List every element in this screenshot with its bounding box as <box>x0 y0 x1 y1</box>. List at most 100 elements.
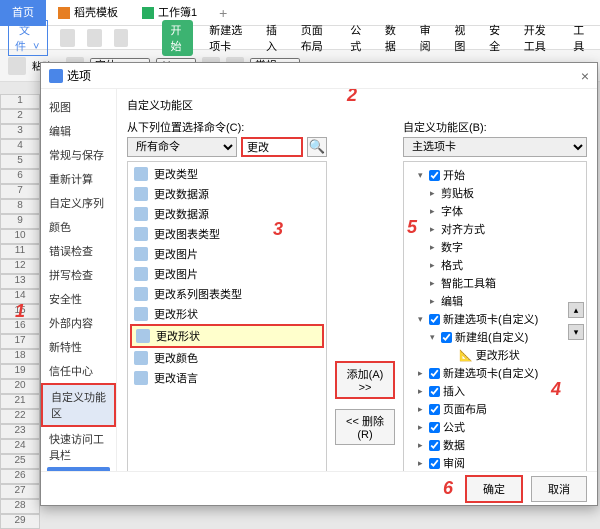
row-header[interactable]: 17 <box>0 334 40 349</box>
row-header[interactable]: 5 <box>0 154 40 169</box>
tree-item[interactable]: ▸公式 <box>408 418 582 436</box>
close-button[interactable]: × <box>581 68 589 84</box>
row-header[interactable]: 7 <box>0 184 40 199</box>
cmd-item[interactable]: 更改图片 <box>130 244 324 264</box>
sidebar-item-8[interactable]: 安全性 <box>41 287 116 311</box>
row-header[interactable]: 9 <box>0 214 40 229</box>
cmd-item[interactable]: 更改图片 <box>130 264 324 284</box>
sidebar-item-2[interactable]: 常规与保存 <box>41 143 116 167</box>
tree-item[interactable]: ▸字体 <box>408 202 582 220</box>
row-header[interactable]: 11 <box>0 244 40 259</box>
row-header[interactable]: 19 <box>0 364 40 379</box>
cmd-item[interactable]: 更改系列图表类型 <box>130 284 324 304</box>
row-header[interactable]: 4 <box>0 139 40 154</box>
tree-checkbox[interactable] <box>429 458 440 469</box>
tree-item[interactable]: ▸审阅 <box>408 454 582 471</box>
qat-icon2[interactable] <box>87 29 102 47</box>
row-header[interactable]: 10 <box>0 229 40 244</box>
row-header[interactable]: 23 <box>0 424 40 439</box>
tree-item[interactable]: ▸页面布局 <box>408 400 582 418</box>
row-header[interactable]: 27 <box>0 484 40 499</box>
cancel-button[interactable]: 取消 <box>531 476 587 502</box>
ribbon-filter[interactable]: 主选项卡 <box>403 137 587 157</box>
tree-item[interactable]: ▸剪贴板 <box>408 184 582 202</box>
row-header[interactable]: 25 <box>0 454 40 469</box>
tree-item[interactable]: ▾开始 <box>408 166 582 184</box>
tree-checkbox[interactable] <box>441 332 452 343</box>
ribbon-tree[interactable]: ▴ ▾ ▾开始▸剪贴板▸字体▸对齐方式▸数字▸格式▸智能工具箱▸编辑▾新建选项卡… <box>403 161 587 471</box>
menu-formula[interactable]: 公式 <box>346 20 369 56</box>
sidebar-item-12[interactable]: 自定义功能区 <box>41 383 116 427</box>
sidebar-item-4[interactable]: 自定义序列 <box>41 191 116 215</box>
qat-icon1[interactable] <box>60 29 75 47</box>
menu-tools[interactable]: 工具 <box>569 20 592 56</box>
qat-icon3[interactable] <box>114 29 129 47</box>
sidebar-item-7[interactable]: 拼写检查 <box>41 263 116 287</box>
paste-button[interactable] <box>8 57 26 75</box>
tree-item[interactable]: ▾新建选项卡(自定义) <box>408 310 582 328</box>
sidebar-item-6[interactable]: 错误检查 <box>41 239 116 263</box>
menu-review[interactable]: 审阅 <box>416 20 439 56</box>
tree-checkbox[interactable] <box>429 386 440 397</box>
tree-checkbox[interactable] <box>429 368 440 379</box>
menu-layout[interactable]: 页面布局 <box>297 20 334 56</box>
sidebar-item-5[interactable]: 颜色 <box>41 215 116 239</box>
tree-checkbox[interactable] <box>429 440 440 451</box>
row-header[interactable]: 18 <box>0 349 40 364</box>
cmd-item[interactable]: 更改数据源 <box>130 204 324 224</box>
row-header[interactable]: 1 <box>0 94 40 109</box>
sidebar-item-3[interactable]: 重新计算 <box>41 167 116 191</box>
menu-newtab[interactable]: 新建选项卡 <box>205 20 250 56</box>
tree-checkbox[interactable] <box>429 314 440 325</box>
sidebar-item-1[interactable]: 编辑 <box>41 119 116 143</box>
sidebar-item-13[interactable]: 快速访问工具栏 <box>41 427 116 467</box>
tab-template[interactable]: 稻壳模板 <box>46 0 130 26</box>
remove-button[interactable]: << 删除(R) <box>335 409 395 445</box>
menu-view[interactable]: 视图 <box>450 20 473 56</box>
file-menu[interactable]: 文件 ˅ <box>8 20 48 56</box>
cmd-item[interactable]: 更改类型 <box>130 164 324 184</box>
row-header[interactable]: 24 <box>0 439 40 454</box>
menu-insert[interactable]: 插入 <box>262 20 285 56</box>
add-button[interactable]: 添加(A) >> <box>335 361 395 399</box>
search-button[interactable]: 🔍 <box>307 137 327 157</box>
sidebar-item-10[interactable]: 新特性 <box>41 335 116 359</box>
tree-item[interactable]: ▸对齐方式 <box>408 220 582 238</box>
sidebar-item-11[interactable]: 信任中心 <box>41 359 116 383</box>
row-header[interactable]: 20 <box>0 379 40 394</box>
cmd-item[interactable]: 更改形状 <box>130 324 324 348</box>
sidebar-item-0[interactable]: 视图 <box>41 95 116 119</box>
cmd-item[interactable]: 更改形状 <box>130 304 324 324</box>
row-header[interactable]: 6 <box>0 169 40 184</box>
row-header[interactable]: 26 <box>0 469 40 484</box>
row-header[interactable]: 13 <box>0 274 40 289</box>
commands-list[interactable]: 更改类型更改数据源更改数据源更改图表类型更改图片更改图片更改系列图表类型更改形状… <box>127 161 327 471</box>
tree-item[interactable]: ▸数字 <box>408 238 582 256</box>
commands-filter[interactable]: 所有命令 <box>127 137 237 157</box>
row-header[interactable]: 12 <box>0 259 40 274</box>
move-down[interactable]: ▾ <box>568 324 584 340</box>
tree-item[interactable]: 📐 更改形状 <box>408 346 582 364</box>
ok-button[interactable]: 确定 <box>465 475 523 503</box>
cmd-item[interactable]: 更改数据源 <box>130 184 324 204</box>
sidebar-item-9[interactable]: 外部内容 <box>41 311 116 335</box>
tree-item[interactable]: ▸编辑 <box>408 292 582 310</box>
search-input[interactable] <box>241 137 303 157</box>
row-header[interactable]: 29 <box>0 514 40 529</box>
tree-item[interactable]: ▸智能工具箱 <box>408 274 582 292</box>
tree-checkbox[interactable] <box>429 404 440 415</box>
menu-data[interactable]: 数据 <box>381 20 404 56</box>
menu-start[interactable]: 开始 <box>162 20 193 56</box>
row-header[interactable]: 2 <box>0 109 40 124</box>
tree-item[interactable]: ▸格式 <box>408 256 582 274</box>
cmd-item[interactable]: 更改语言 <box>130 368 324 388</box>
menu-security[interactable]: 安全 <box>485 20 508 56</box>
move-up[interactable]: ▴ <box>568 302 584 318</box>
cmd-item[interactable]: 更改颜色 <box>130 348 324 368</box>
row-header[interactable]: 22 <box>0 409 40 424</box>
row-header[interactable]: 21 <box>0 394 40 409</box>
tree-checkbox[interactable] <box>429 422 440 433</box>
menu-dev[interactable]: 开发工具 <box>520 20 557 56</box>
row-header[interactable]: 8 <box>0 199 40 214</box>
tab-add[interactable]: + <box>209 5 237 21</box>
